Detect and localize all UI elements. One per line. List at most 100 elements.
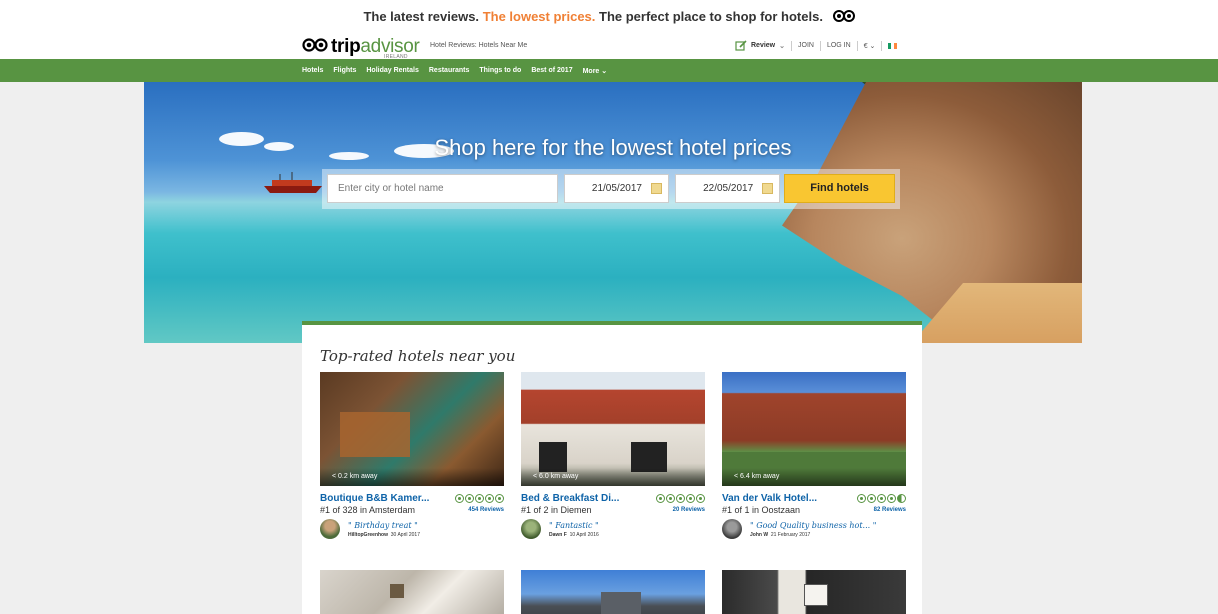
- rating-bubble-icon: [686, 494, 695, 503]
- top-rated-hotels-panel: Top-rated hotels near you < 0.2 km away …: [302, 321, 922, 614]
- hotel-photo[interactable]: < 0.2 km away: [320, 372, 504, 486]
- review-date: 21 February 2017: [770, 531, 811, 538]
- hotel-card[interactable]: [521, 570, 705, 614]
- promo-banner: The latest reviews. The lowest prices. T…: [0, 0, 1218, 34]
- review-author: Dawn F 10 April 2016: [549, 532, 599, 538]
- checkin-date-value: 21/05/2017: [591, 183, 642, 194]
- bed-image: [340, 412, 410, 457]
- review-author-name[interactable]: Dawn F: [549, 532, 567, 538]
- hotel-card[interactable]: < 6.0 km away Bed & Breakfast Di... #1 o…: [521, 372, 705, 539]
- checkout-date-field[interactable]: 22/05/2017: [674, 174, 781, 203]
- owl-logo-icon: [302, 37, 328, 57]
- bubble-rating: [856, 494, 906, 503]
- hotel-search-form: Enter city or hotel name 21/05/2017 22/0…: [322, 169, 900, 209]
- review-quote[interactable]: " Fantastic ": [549, 521, 599, 530]
- review-quote[interactable]: " Birthday treat ": [348, 521, 420, 530]
- hotel-card[interactable]: < 0.2 km away Boutique B&B Kamer... #1 o…: [320, 372, 504, 539]
- calendar-icon[interactable]: [762, 183, 774, 194]
- review-date: 30 April 2017: [390, 531, 420, 538]
- hotel-photo[interactable]: [804, 584, 828, 606]
- review-quote[interactable]: " Good Quality business hot... ": [750, 521, 876, 530]
- rating-bubble-icon: [475, 494, 484, 503]
- review-author: HilltopGreenhow 30 April 2017: [348, 532, 420, 538]
- hotel-card[interactable]: [722, 570, 906, 614]
- rating-bubble-icon: [656, 494, 665, 503]
- main-nav: Hotels Flights Holiday Rentals Restauran…: [0, 59, 1218, 82]
- hotel-card[interactable]: [320, 570, 504, 614]
- join-link[interactable]: JOIN: [798, 42, 814, 49]
- hotel-name[interactable]: Van der Valk Hotel...: [722, 493, 817, 504]
- avatar[interactable]: [320, 519, 340, 539]
- checkin-date-field[interactable]: 21/05/2017: [563, 174, 669, 203]
- boat-image: [264, 172, 322, 193]
- hero-title: Shop here for the lowest hotel prices: [434, 135, 792, 160]
- rating-bubble-icon: [857, 494, 866, 503]
- hotel-distance: < 0.2 km away: [320, 468, 504, 486]
- rating-bubble-icon: [495, 494, 504, 503]
- nav-things-to-do[interactable]: Things to do: [479, 67, 521, 74]
- ireland-flag-icon[interactable]: [888, 42, 898, 49]
- hotel-photo[interactable]: < 6.4 km away: [722, 372, 906, 486]
- rating-bubble-half-icon: [897, 494, 906, 503]
- top-bar: tripadvisor IRELAND Hotel Reviews: Hotel…: [0, 34, 1218, 60]
- page-subhead: Hotel Reviews: Hotels Near Me: [430, 42, 528, 49]
- divider: [856, 40, 858, 51]
- rating-bubble-icon: [887, 494, 896, 503]
- promo-text-3: The perfect place to shop for hotels.: [599, 9, 823, 24]
- hotel-name[interactable]: Bed & Breakfast Di...: [521, 493, 619, 504]
- nav-more[interactable]: More ⌄: [583, 67, 608, 75]
- rating-bubble-icon: [676, 494, 685, 503]
- city-search-input[interactable]: Enter city or hotel name: [327, 174, 558, 203]
- pencil-icon: [735, 40, 747, 51]
- review-count-link[interactable]: 20 Reviews: [673, 507, 705, 513]
- review-count-link[interactable]: 82 Reviews: [874, 507, 906, 513]
- divider: [819, 40, 821, 51]
- review-author: John W 21 February 2017: [750, 532, 876, 538]
- review-author-name[interactable]: John W: [750, 532, 768, 538]
- bubble-rating: [655, 494, 705, 503]
- chevron-down-icon: ⌄: [779, 42, 785, 50]
- hotel-photo[interactable]: [390, 584, 404, 598]
- tripadvisor-logo[interactable]: tripadvisor IRELAND: [302, 36, 420, 60]
- hotel-rank: #1 of 1 in Oostzaan: [722, 505, 801, 515]
- nav-best-of-2017[interactable]: Best of 2017: [531, 67, 572, 74]
- account-bar: Review ⌄ JOIN LOG IN € ⌄: [735, 40, 898, 51]
- rating-bubble-icon: [696, 494, 705, 503]
- hotel-distance: < 6.0 km away: [521, 468, 705, 486]
- nav-restaurants[interactable]: Restaurants: [429, 67, 469, 74]
- review-count-link[interactable]: 454 Reviews: [468, 507, 504, 513]
- nav-holiday-rentals[interactable]: Holiday Rentals: [366, 67, 419, 74]
- review-date: 10 April 2016: [569, 531, 599, 538]
- rating-bubble-icon: [485, 494, 494, 503]
- nav-flights[interactable]: Flights: [333, 67, 356, 74]
- section-title: Top-rated hotels near you: [320, 347, 516, 365]
- review-button[interactable]: Review ⌄: [735, 40, 785, 51]
- currency-selector[interactable]: € ⌄: [864, 42, 876, 50]
- review-author-name[interactable]: HilltopGreenhow: [348, 532, 388, 538]
- rating-bubble-icon: [867, 494, 876, 503]
- owl-logo-icon: [832, 1, 855, 35]
- login-link[interactable]: LOG IN: [827, 42, 851, 49]
- hero-banner: Shop here for the lowest hotel prices En…: [144, 82, 1082, 343]
- hotel-name[interactable]: Boutique B&B Kamer...: [320, 493, 429, 504]
- calendar-icon[interactable]: [650, 183, 662, 194]
- hotel-rank: #1 of 2 in Diemen: [521, 505, 592, 515]
- nav-hotels[interactable]: Hotels: [302, 67, 323, 74]
- hotel-rank: #1 of 328 in Amsterdam: [320, 505, 416, 515]
- promo-text-1: The latest reviews.: [363, 9, 480, 24]
- hotel-photo[interactable]: < 6.0 km away: [521, 372, 705, 486]
- rating-bubble-icon: [877, 494, 886, 503]
- rating-bubble-icon: [455, 494, 464, 503]
- rating-bubble-icon: [465, 494, 474, 503]
- hotel-photo[interactable]: [601, 592, 641, 614]
- hotel-card[interactable]: < 6.4 km away Van der Valk Hotel... #1 o…: [722, 372, 906, 539]
- find-hotels-button[interactable]: Find hotels: [784, 174, 895, 203]
- bubble-rating: [454, 494, 504, 503]
- review-label: Review: [751, 42, 776, 49]
- rating-bubble-icon: [666, 494, 675, 503]
- divider: [791, 40, 792, 51]
- checkout-date-value: 22/05/2017: [703, 183, 754, 194]
- avatar[interactable]: [521, 519, 541, 539]
- hotel-distance: < 6.4 km away: [722, 468, 906, 486]
- avatar[interactable]: [722, 519, 742, 539]
